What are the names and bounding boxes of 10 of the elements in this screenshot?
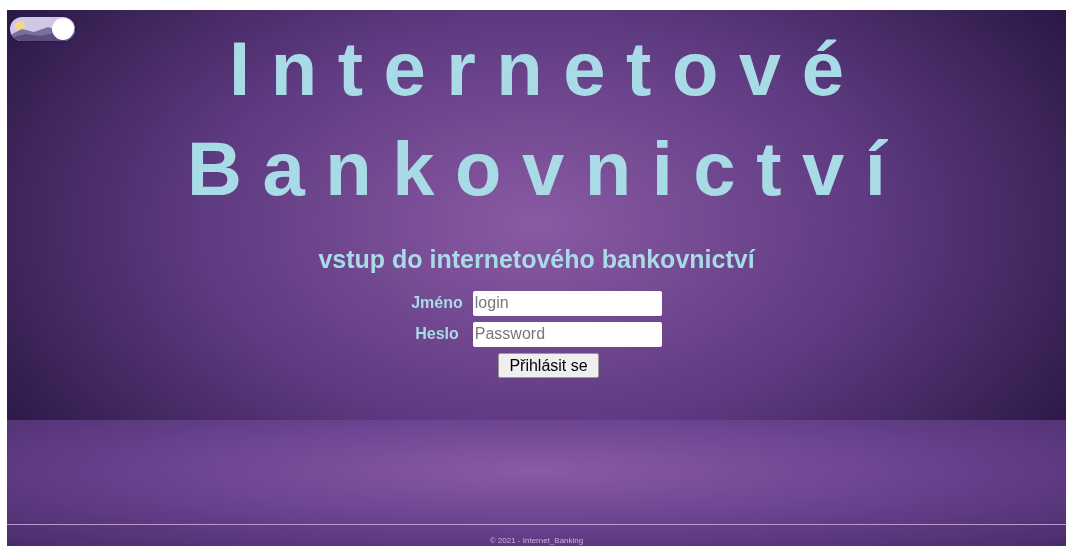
footer-text: © 2021 - Internet_Banking (488, 535, 585, 546)
field-label: Jméno (411, 293, 463, 313)
page-title: Internetové (228, 25, 865, 113)
subtitle: vstup do internetového bankovnictví (318, 244, 755, 275)
input-field[interactable]: login (472, 290, 662, 316)
theme-toggle[interactable] (10, 17, 75, 41)
input-field[interactable]: Password (472, 321, 662, 347)
page-title: Bankovnictví (186, 125, 907, 213)
login-button[interactable]: Přihlásit se (498, 352, 599, 378)
field-label: Heslo (414, 324, 460, 344)
